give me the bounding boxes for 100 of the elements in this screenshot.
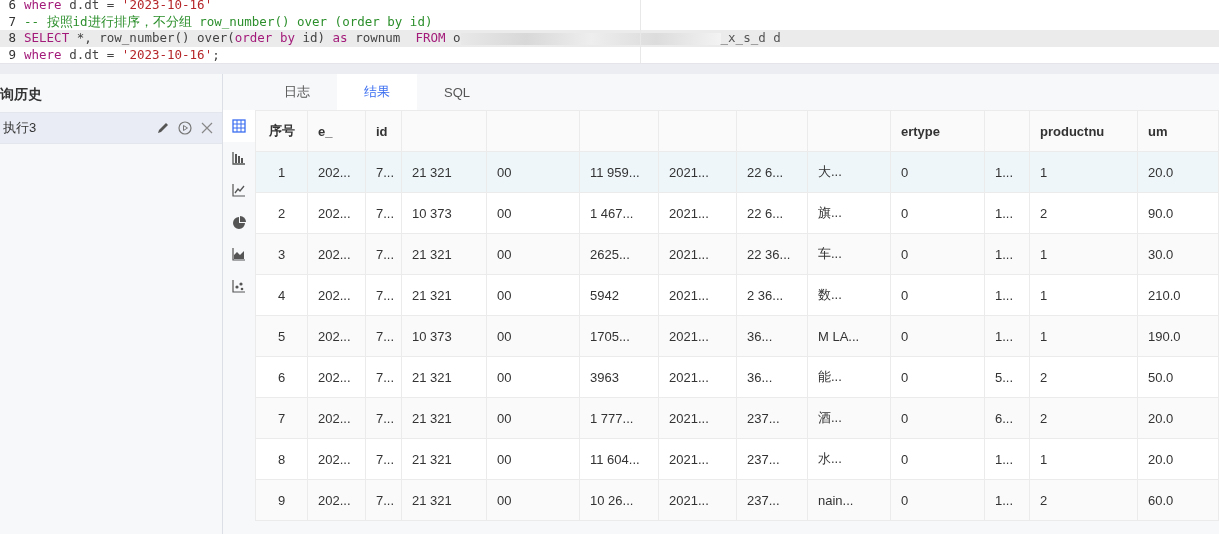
table-cell: 5 [255, 315, 308, 357]
table-cell: 60.0 [1137, 479, 1219, 521]
table-cell: 202... [307, 192, 366, 234]
table-cell: 202... [307, 274, 366, 316]
table-cell: 1... [984, 274, 1030, 316]
history-item[interactable]: 执行3 [0, 112, 222, 144]
table-cell: 2 [1029, 397, 1138, 439]
table-cell: 1 [1029, 438, 1138, 480]
area-chart-icon [232, 247, 246, 261]
table-cell: M LA... [807, 315, 891, 357]
column-header: um [1137, 110, 1219, 152]
code-line-text: where d.dt = '2023-10-16'; [24, 46, 220, 63]
table-cell: 1 [1029, 315, 1138, 357]
table-cell: 21 321 [401, 438, 487, 480]
table-cell: 0 [890, 151, 985, 193]
table-cell: 2021... [658, 274, 737, 316]
table-cell: 10 26... [579, 479, 659, 521]
table-cell: 0 [890, 438, 985, 480]
column-header: 序号 [255, 110, 308, 152]
table-cell: 7... [365, 274, 402, 316]
table-cell: 7... [365, 192, 402, 234]
table-cell: 202... [307, 151, 366, 193]
table-cell: 0 [890, 356, 985, 398]
table-cell: 0 [890, 397, 985, 439]
table-cell: 1 467... [579, 192, 659, 234]
table-cell: 21 321 [401, 151, 487, 193]
tab[interactable]: 日志 [257, 74, 337, 110]
table-cell: 4 [255, 274, 308, 316]
table-cell: 0 [890, 315, 985, 357]
run-icon[interactable] [178, 121, 192, 135]
table-cell: 20.0 [1137, 151, 1219, 193]
line-number: 8 [7, 30, 17, 47]
table-cell: 21 321 [401, 233, 487, 275]
table-cell: 11 604... [579, 438, 659, 480]
table-cell: 00 [486, 233, 580, 275]
view-button[interactable] [223, 110, 255, 142]
table-cell: 11 959... [579, 151, 659, 193]
table-cell: 8 [255, 438, 308, 480]
table-cell: 237... [736, 438, 808, 480]
table-cell: 2625... [579, 233, 659, 275]
grid-icon [232, 119, 246, 133]
code-line-text: -- 按照id进行排序，不分组 row_number() over (order by id) [24, 13, 433, 30]
table-cell: 6 [255, 356, 308, 398]
table-cell: 00 [486, 438, 580, 480]
table-cell: 2021... [658, 479, 737, 521]
column-header: productnu [1029, 110, 1138, 152]
table-cell: 10 373 [401, 315, 487, 357]
table-cell: 2 [1029, 479, 1138, 521]
table-cell: 90.0 [1137, 192, 1219, 234]
table-cell: 5... [984, 356, 1030, 398]
table-cell: 1 [255, 151, 308, 193]
table-cell: 6... [984, 397, 1030, 439]
table-cell: 1... [984, 151, 1030, 193]
column-header: ertype [890, 110, 985, 152]
table-cell: 00 [486, 397, 580, 439]
table-cell: 大... [807, 151, 891, 193]
table-cell: 0 [890, 233, 985, 275]
table-cell: 21 321 [401, 274, 487, 316]
table-cell: 7... [365, 151, 402, 193]
table-cell: 202... [307, 397, 366, 439]
line-number: 6 [7, 0, 17, 14]
table-cell: 2021... [658, 315, 737, 357]
table-cell: 1 [1029, 151, 1138, 193]
table-cell: 36... [736, 356, 808, 398]
column-header: id [365, 110, 402, 152]
table-cell: 1 777... [579, 397, 659, 439]
code-line-text: where d.dt = '2023-10-16' [24, 0, 213, 14]
table-cell: 2 [1029, 356, 1138, 398]
table-cell: 202... [307, 479, 366, 521]
table-cell: 7... [365, 233, 402, 275]
table-cell: 2 [1029, 192, 1138, 234]
tab[interactable]: SQL [417, 74, 497, 110]
table-cell: 7 [255, 397, 308, 439]
close-icon[interactable] [200, 121, 214, 135]
table-cell: 2021... [658, 356, 737, 398]
table-cell: 3963 [579, 356, 659, 398]
table-cell: 酒... [807, 397, 891, 439]
table-cell: 1 [1029, 233, 1138, 275]
table-cell: 2021... [658, 233, 737, 275]
table-cell: 1... [984, 233, 1030, 275]
table-cell: 22 6... [736, 151, 808, 193]
line-chart-icon [232, 183, 246, 197]
table-cell: 旗... [807, 192, 891, 234]
edit-icon[interactable] [156, 121, 170, 135]
table-cell: 5942 [579, 274, 659, 316]
scatter-chart-icon [232, 279, 246, 293]
table-cell: 22 36... [736, 233, 808, 275]
table-cell: 2 [255, 192, 308, 234]
table-cell: 21 321 [401, 397, 487, 439]
table-cell: 22 6... [736, 192, 808, 234]
pie-chart-icon [232, 215, 246, 229]
table-cell: 20.0 [1137, 438, 1219, 480]
table-cell: 2021... [658, 151, 737, 193]
table-cell: 1... [984, 315, 1030, 357]
table-cell: 10 373 [401, 192, 487, 234]
table-cell: 1 [1029, 274, 1138, 316]
table-cell: 202... [307, 438, 366, 480]
table-cell: 2021... [658, 438, 737, 480]
tab[interactable]: 结果 [337, 74, 417, 110]
table-cell: 210.0 [1137, 274, 1219, 316]
